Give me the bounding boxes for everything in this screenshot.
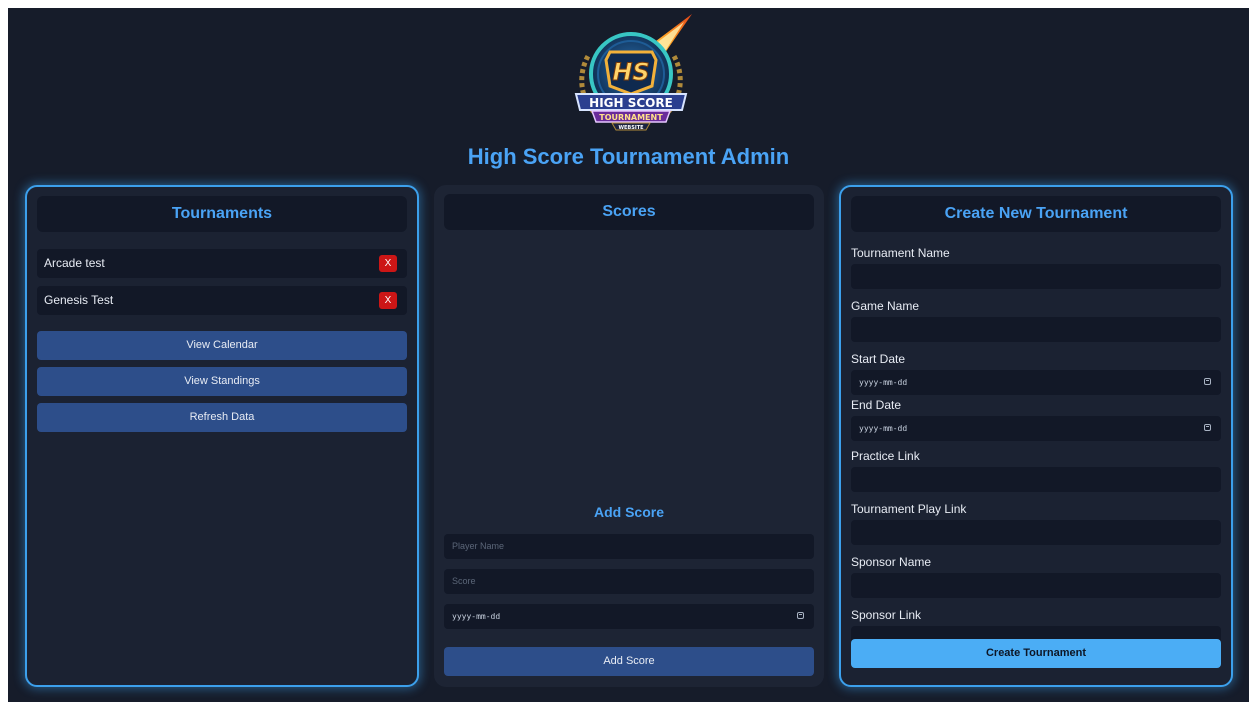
tournament-item[interactable]: Genesis Test X: [37, 286, 407, 315]
refresh-data-button[interactable]: Refresh Data: [37, 403, 407, 432]
add-score-button[interactable]: Add Score: [444, 647, 814, 676]
create-tournament-button[interactable]: Create Tournament: [851, 639, 1221, 668]
sponsor-name-input[interactable]: [851, 573, 1221, 598]
view-calendar-button[interactable]: View Calendar: [37, 331, 407, 360]
high-score-logo: HS HIGH SCORE TOURNAMENT WEBSITE: [574, 14, 692, 131]
view-standings-button[interactable]: View Standings: [37, 367, 407, 396]
score-input[interactable]: Score: [444, 569, 814, 594]
delete-tournament-button[interactable]: X: [379, 255, 397, 272]
tournament-item[interactable]: Arcade test X: [37, 249, 407, 278]
start-date-input[interactable]: yyyy-mm-dd: [851, 370, 1221, 395]
tournament-item-name: Arcade test: [44, 256, 105, 270]
svg-text:WEBSITE: WEBSITE: [618, 125, 644, 131]
tournament-name-input[interactable]: [851, 264, 1221, 289]
create-tournament-form: Tournament Name Game Name Start Date yyy…: [851, 246, 1221, 661]
end-date-input[interactable]: yyyy-mm-dd: [851, 416, 1221, 441]
create-tournament-heading: Create New Tournament: [851, 196, 1221, 232]
tournaments-panel: Tournaments Arcade test X Genesis Test X…: [25, 185, 419, 687]
add-score-heading: Add Score: [593, 504, 664, 520]
date-placeholder: yyyy-mm-dd: [859, 424, 908, 433]
svg-text:TOURNAMENT: TOURNAMENT: [599, 113, 663, 122]
calendar-icon[interactable]: [797, 612, 804, 619]
sponsor-name-label: Sponsor Name: [851, 555, 932, 569]
scores-panel: Scores Add Score Player Name Score yyyy-…: [434, 185, 824, 687]
delete-tournament-button[interactable]: X: [379, 292, 397, 309]
svg-text:HIGH SCORE: HIGH SCORE: [589, 96, 673, 110]
play-link-input[interactable]: [851, 520, 1221, 545]
game-name-input[interactable]: [851, 317, 1221, 342]
app-window: HS HIGH SCORE TOURNAMENT WEBSITE High Sc…: [8, 8, 1249, 702]
page-title: High Score Tournament Admin: [467, 144, 790, 169]
svg-text:HS: HS: [612, 58, 649, 86]
scores-heading: Scores: [444, 194, 814, 230]
tournaments-heading: Tournaments: [37, 196, 407, 232]
tournament-list: Arcade test X Genesis Test X: [37, 249, 407, 323]
sponsor-link-label: Sponsor Link: [851, 608, 922, 622]
game-name-label: Game Name: [851, 299, 920, 313]
date-placeholder: yyyy-mm-dd: [452, 612, 501, 621]
practice-link-label: Practice Link: [851, 449, 920, 463]
calendar-icon[interactable]: [1204, 378, 1211, 385]
tournament-name-label: Tournament Name: [851, 246, 950, 260]
tournament-actions: View Calendar View Standings Refresh Dat…: [37, 331, 407, 439]
tournament-item-name: Genesis Test: [44, 293, 114, 307]
date-placeholder: yyyy-mm-dd: [859, 378, 908, 387]
score-date-input[interactable]: yyyy-mm-dd: [444, 604, 814, 629]
end-date-label: End Date: [851, 398, 902, 412]
calendar-icon[interactable]: [1204, 424, 1211, 431]
player-name-input[interactable]: Player Name: [444, 534, 814, 559]
start-date-label: Start Date: [851, 352, 906, 366]
create-tournament-panel: Create New Tournament Tournament Name Ga…: [839, 185, 1233, 687]
practice-link-input[interactable]: [851, 467, 1221, 492]
play-link-label: Tournament Play Link: [851, 502, 967, 516]
